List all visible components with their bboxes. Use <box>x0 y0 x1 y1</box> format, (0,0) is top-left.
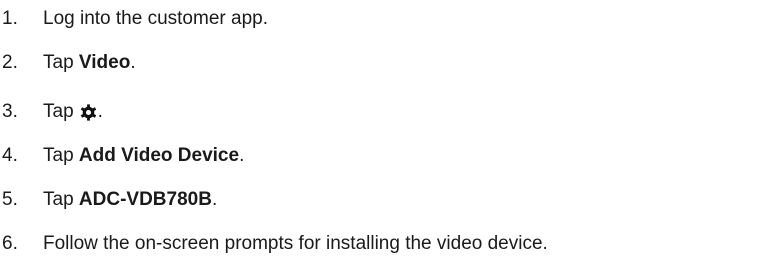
step-text-before: Tap <box>43 145 79 166</box>
step-text: Log into the customer app. <box>43 4 268 34</box>
step-5: 5. Tap ADC-VDB780B. <box>0 185 217 215</box>
step-1: 1. Log into the customer app. <box>0 4 268 34</box>
step-number: 5. <box>2 189 18 210</box>
step-text-before: Tap <box>43 52 79 73</box>
step-text: Tap Video. <box>43 48 136 78</box>
step-text: Tap Add Video Device. <box>43 141 244 171</box>
step-text-before: Follow the on-screen prompts for install… <box>43 233 548 254</box>
step-text-after: . <box>97 101 103 122</box>
step-keyword-add-video-device: Add Video Device <box>78 145 240 166</box>
step-number: 6. <box>2 233 18 254</box>
step-3: 3. Tap . <box>0 97 103 127</box>
step-text-after: . <box>239 145 245 166</box>
step-keyword-video: Video <box>78 52 131 73</box>
step-text-before: Tap <box>43 101 74 122</box>
step-number: 2. <box>2 52 18 73</box>
step-text: Tap ADC-VDB780B. <box>43 185 217 215</box>
step-number: 4. <box>2 145 18 166</box>
step-4: 4. Tap Add Video Device. <box>0 141 244 171</box>
step-text-after: . <box>130 52 136 73</box>
step-6: 6. Follow the on-screen prompts for inst… <box>0 229 548 259</box>
step-number: 3. <box>2 101 18 122</box>
step-2: 2. Tap Video. <box>0 48 136 78</box>
step-text: Tap . <box>43 97 103 127</box>
step-text-before: Tap <box>43 189 79 210</box>
step-text-before: Log into the customer app. <box>43 8 268 29</box>
step-text-after: . <box>211 189 218 210</box>
gear-icon <box>80 103 97 121</box>
step-number: 1. <box>2 8 18 29</box>
step-text: Follow the on-screen prompts for install… <box>43 229 548 259</box>
step-keyword-device-model: ADC-VDB780B <box>78 189 212 210</box>
